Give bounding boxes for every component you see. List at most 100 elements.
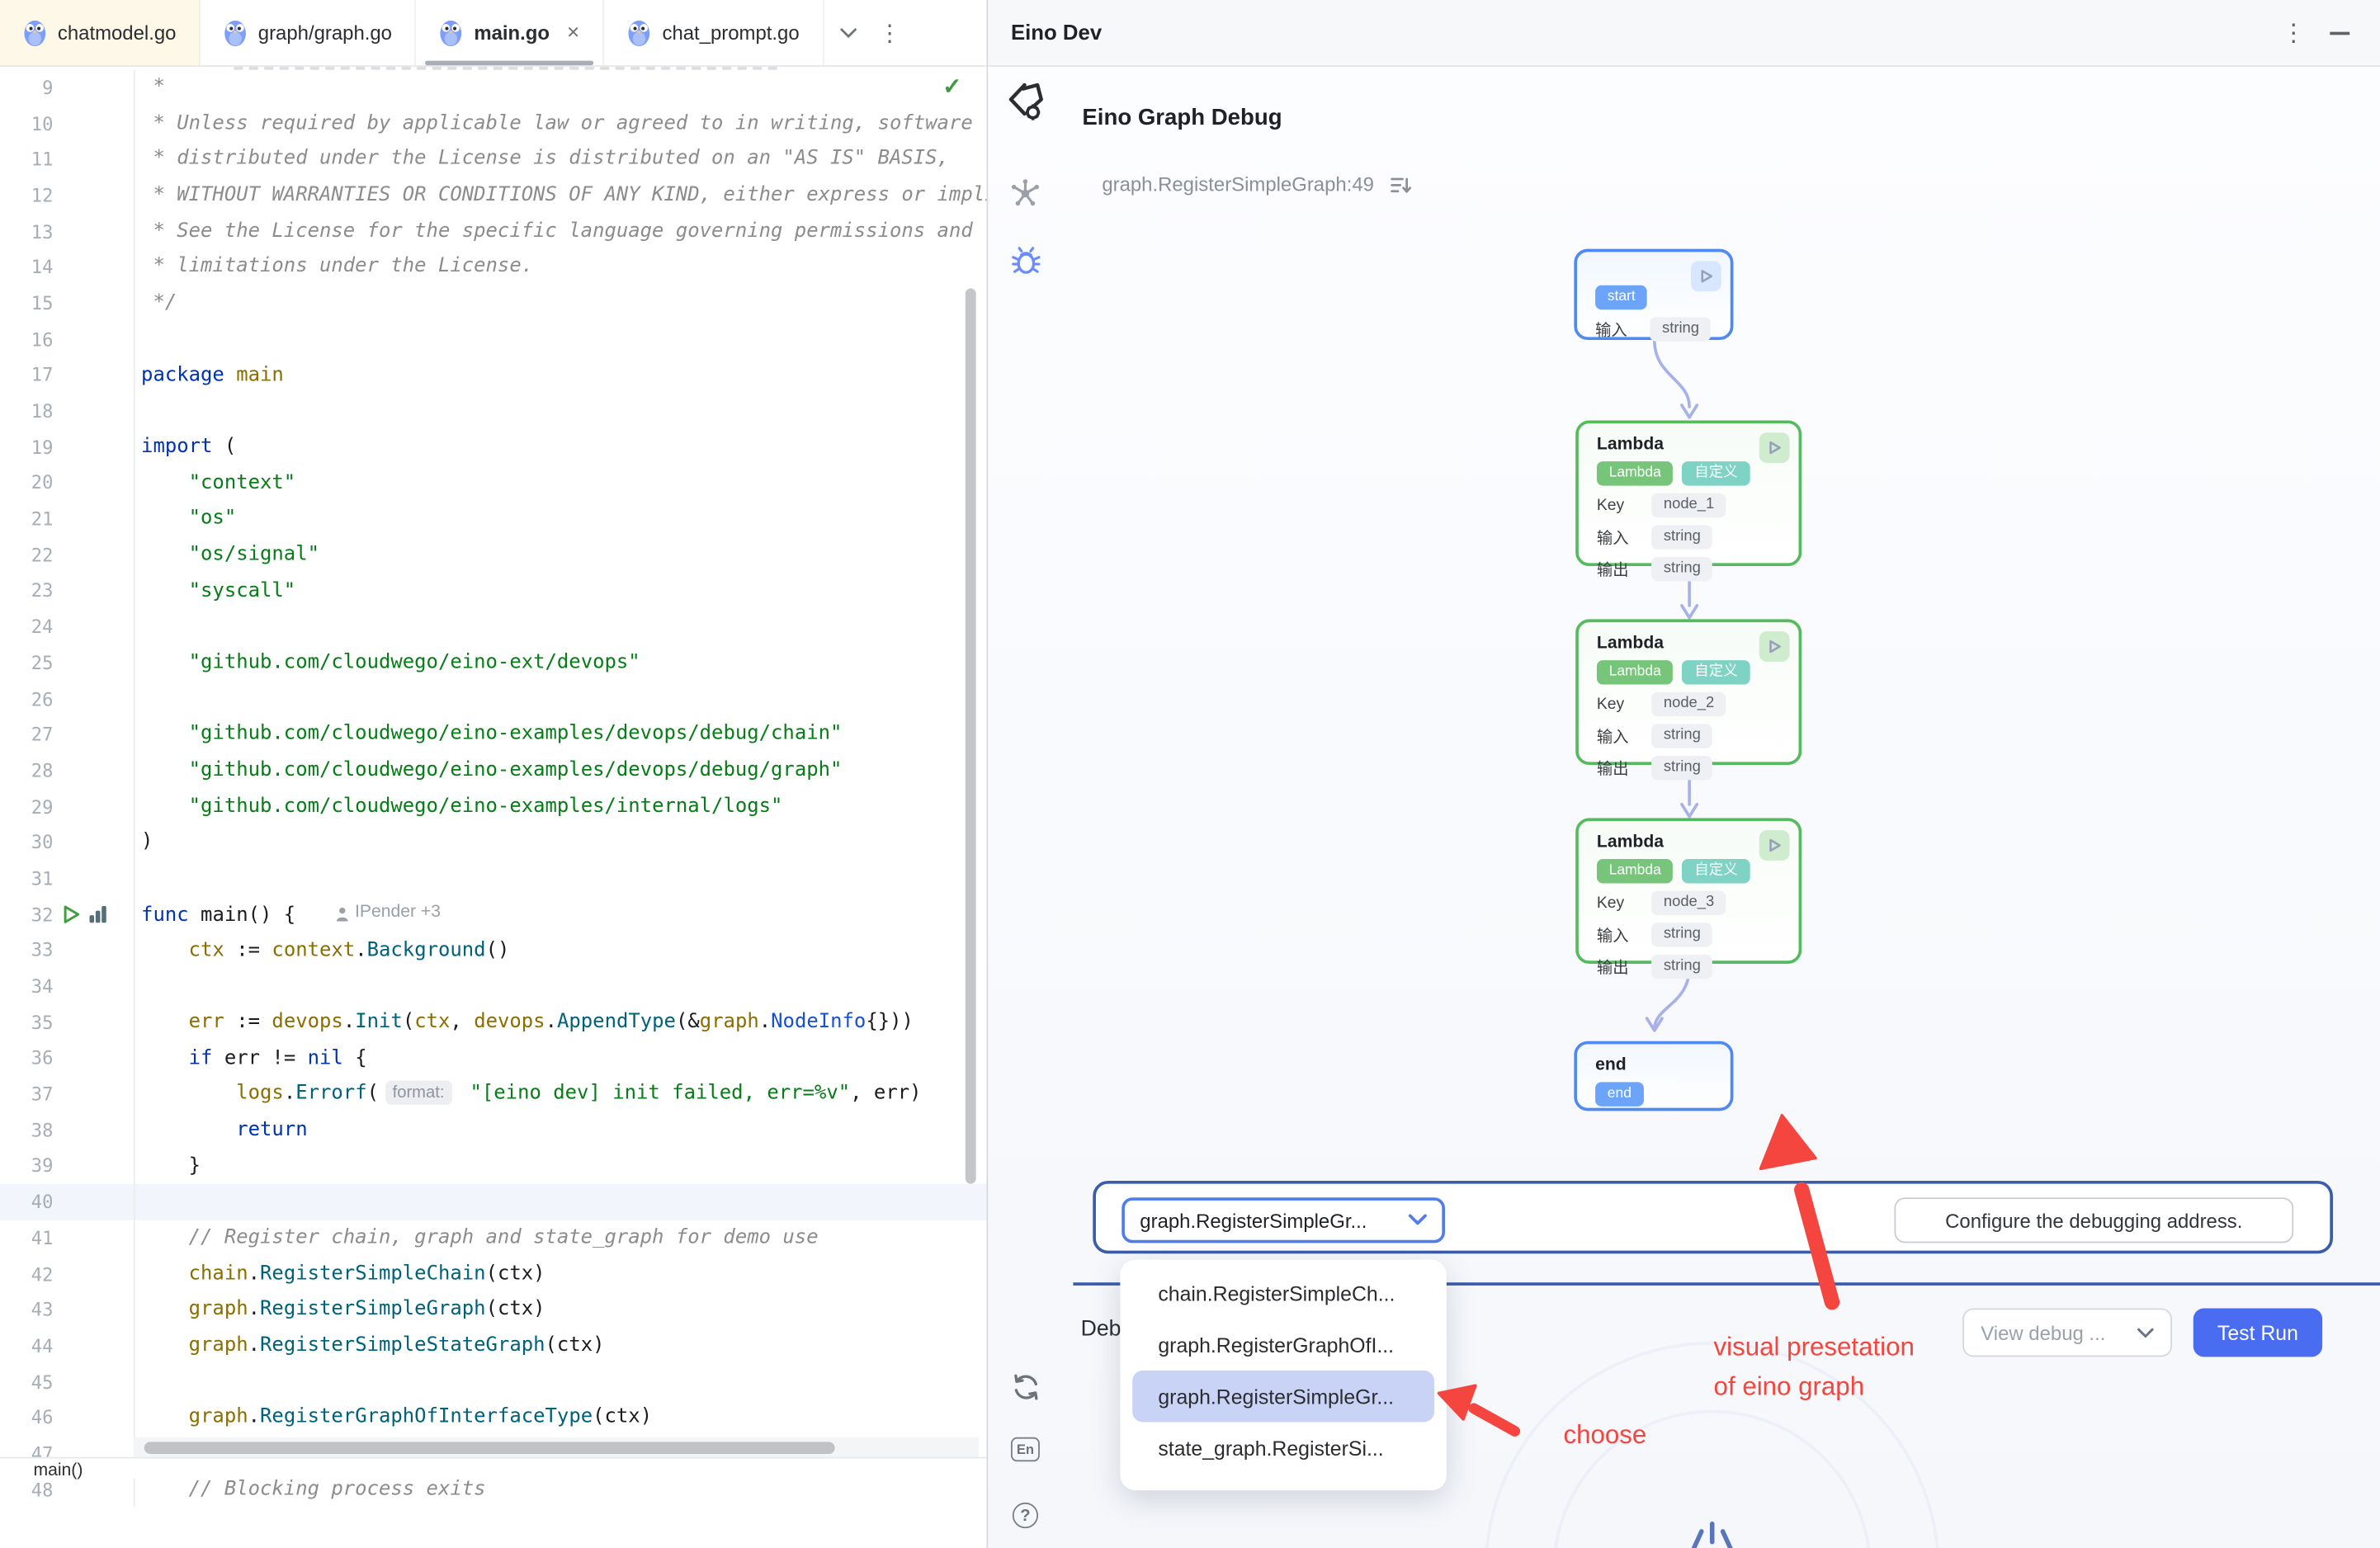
line-number[interactable]: 44 [0, 1335, 53, 1357]
tab-main-go[interactable]: main.go✕ [416, 0, 604, 65]
line-number[interactable]: 45 [0, 1371, 53, 1393]
gutter[interactable] [53, 1400, 141, 1437]
gutter[interactable] [53, 394, 141, 430]
code-line-20[interactable]: 20 "context" [0, 465, 988, 502]
node-play-icon[interactable] [1759, 830, 1790, 861]
graph-select[interactable]: graph.RegisterSimpleGr... [1122, 1197, 1445, 1243]
code-line-22[interactable]: 22 "os/signal" [0, 537, 988, 573]
line-number[interactable]: 42 [0, 1263, 53, 1285]
line-number[interactable]: 22 [0, 545, 53, 566]
gutter[interactable] [53, 681, 141, 717]
node-play-icon[interactable] [1759, 432, 1790, 463]
line-number[interactable]: 18 [0, 401, 53, 422]
line-number[interactable]: 13 [0, 221, 53, 243]
code-line-25[interactable]: 25 "github.com/cloudwego/eino-ext/devops… [0, 645, 988, 682]
line-number[interactable]: 23 [0, 580, 53, 602]
gutter[interactable] [53, 106, 141, 142]
code-line-23[interactable]: 23 "syscall" [0, 573, 988, 610]
code-line-33[interactable]: 33 ctx := context.Background() [0, 932, 988, 969]
line-number[interactable]: 48 [0, 1480, 53, 1501]
line-number[interactable]: 33 [0, 940, 53, 961]
line-number[interactable]: 26 [0, 688, 53, 710]
view-debug-select[interactable]: View debug ... [1962, 1308, 2172, 1357]
code-line-34[interactable]: 34 [0, 969, 988, 1005]
tab-options-kebab-icon[interactable]: ⋮ [878, 19, 901, 46]
chevron-down-icon[interactable] [838, 26, 857, 39]
code-line-19[interactable]: 19import ( [0, 429, 988, 465]
line-number[interactable]: 20 [0, 473, 53, 494]
line-number[interactable]: 41 [0, 1228, 53, 1249]
line-number[interactable]: 25 [0, 653, 53, 674]
gutter[interactable] [53, 609, 141, 645]
gutter[interactable] [53, 861, 141, 897]
profiler-icon[interactable] [88, 904, 108, 924]
tab-chatmodel-go[interactable]: chatmodel.go [0, 0, 201, 65]
code-line-41[interactable]: 41 // Register chain, graph and state_gr… [0, 1220, 988, 1257]
gutter[interactable] [53, 357, 141, 394]
line-number[interactable]: 27 [0, 724, 53, 746]
gutter[interactable] [53, 1004, 141, 1041]
tab-chat-prompt-go[interactable]: chat_prompt.go [605, 0, 824, 65]
code-line-29[interactable]: 29 "github.com/cloudwego/eino-examples/i… [0, 789, 988, 825]
gutter[interactable] [53, 70, 141, 106]
editor-horizontal-scrollbar[interactable] [144, 1441, 835, 1453]
code-line-13[interactable]: 13 * See the License for the specific la… [0, 214, 988, 250]
line-number[interactable]: 12 [0, 185, 53, 206]
graph-share-icon[interactable] [988, 177, 1062, 210]
panel-minimize-icon[interactable] [2330, 32, 2349, 35]
code-line-37[interactable]: 37 logs.Errorf(format: "[eino dev] init … [0, 1077, 988, 1113]
code-line-9[interactable]: 9 * [0, 70, 988, 106]
code-line-36[interactable]: 36 if err != nil { [0, 1041, 988, 1077]
line-number[interactable]: 38 [0, 1120, 53, 1141]
graph-node-lambda1[interactable]: LambdaLambda自定义Keynode_1输入string输出string [1575, 420, 1802, 566]
dropdown-option[interactable]: graph.RegisterGraphOfI... [1132, 1319, 1434, 1371]
code-line-17[interactable]: 17package main [0, 357, 988, 394]
gutter[interactable] [53, 1041, 141, 1077]
line-number[interactable]: 17 [0, 365, 53, 386]
line-number[interactable]: 30 [0, 832, 53, 853]
code-line-43[interactable]: 43 graph.RegisterSimpleGraph(ctx) [0, 1292, 988, 1329]
editor-horizontal-scrollbar-track[interactable] [134, 1437, 979, 1457]
line-number[interactable]: 11 [0, 149, 53, 171]
run-icon[interactable] [62, 904, 80, 924]
line-number[interactable]: 43 [0, 1300, 53, 1321]
code-line-27[interactable]: 27 "github.com/cloudwego/eino-examples/d… [0, 717, 988, 753]
code-line-32[interactable]: 32func main() {IPender +3 [0, 897, 988, 933]
node-play-icon[interactable] [1759, 631, 1790, 662]
help-icon[interactable]: ? [988, 1503, 1062, 1528]
node-play-icon[interactable] [1691, 261, 1721, 291]
graph-node-start[interactable]: start输入string [1574, 249, 1733, 340]
code-vision-authors[interactable]: IPender +3 [335, 895, 441, 932]
code-line-10[interactable]: 10 * Unless required by applicable law o… [0, 106, 988, 142]
gutter[interactable] [53, 1184, 141, 1220]
dropdown-option[interactable]: state_graph.RegisterSi... [1132, 1422, 1434, 1474]
graph-node-lambda3[interactable]: LambdaLambda自定义Keynode_3输入string输出string [1575, 818, 1802, 964]
gutter[interactable] [53, 573, 141, 610]
code-line-42[interactable]: 42 chain.RegisterSimpleChain(ctx) [0, 1256, 988, 1292]
sort-icon[interactable] [1391, 175, 1412, 204]
breadcrumb-function[interactable]: main() [33, 1461, 83, 1480]
gutter[interactable] [53, 177, 141, 214]
line-number[interactable]: 29 [0, 796, 53, 818]
gutter[interactable] [53, 1149, 141, 1185]
line-number[interactable]: 14 [0, 257, 53, 278]
editor-vertical-scrollbar[interactable] [966, 288, 976, 1183]
gutter[interactable] [53, 825, 141, 861]
line-number[interactable]: 32 [0, 904, 53, 926]
line-number[interactable]: 10 [0, 113, 53, 135]
code-line-39[interactable]: 39 } [0, 1149, 988, 1185]
dropdown-option[interactable]: chain.RegisterSimpleCh... [1132, 1267, 1434, 1319]
close-tab-icon[interactable]: ✕ [566, 23, 580, 43]
graph-node-end[interactable]: endend [1574, 1041, 1733, 1111]
gutter[interactable] [53, 142, 141, 178]
line-number[interactable]: 39 [0, 1156, 53, 1178]
gutter[interactable] [53, 465, 141, 502]
inspections-ok-icon[interactable]: ✓ [942, 73, 961, 100]
line-number[interactable]: 16 [0, 328, 53, 350]
code-line-44[interactable]: 44 graph.RegisterSimpleStateGraph(ctx) [0, 1328, 988, 1364]
line-number[interactable]: 36 [0, 1048, 53, 1069]
code-line-45[interactable]: 45 [0, 1364, 988, 1400]
line-number[interactable]: 21 [0, 508, 53, 530]
gutter[interactable] [53, 897, 141, 933]
gutter[interactable] [53, 1364, 141, 1400]
